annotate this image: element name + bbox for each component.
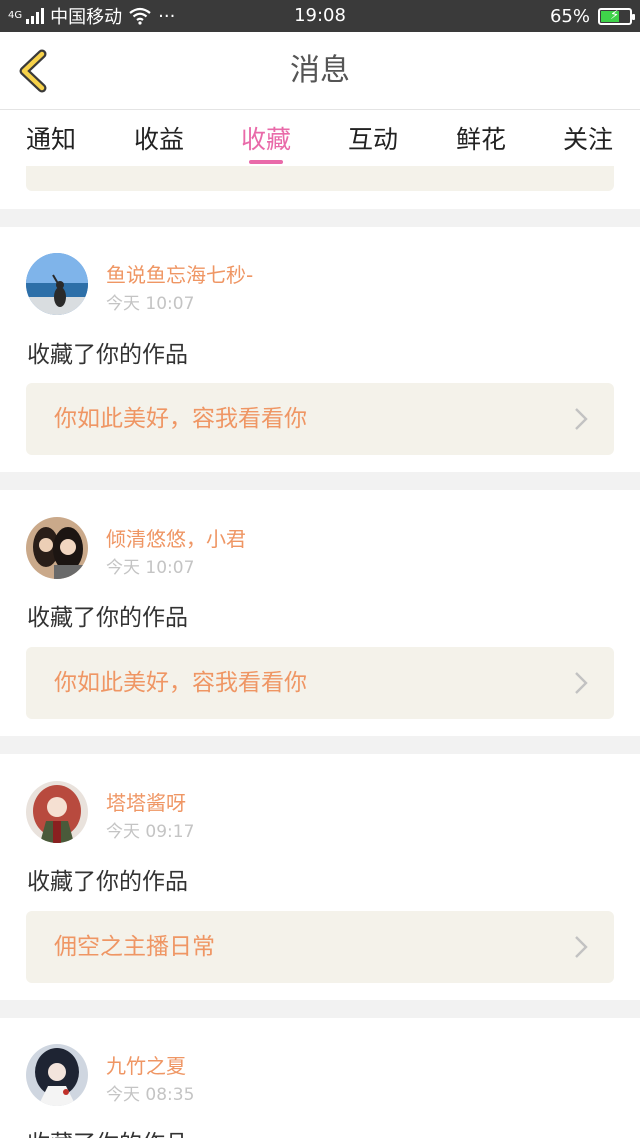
navigation-header: 消息 <box>0 32 640 110</box>
active-tab-indicator <box>249 160 283 164</box>
tab-earnings[interactable]: 收益 <box>119 120 199 156</box>
page-title: 消息 <box>290 53 350 88</box>
message-card: 倾清悠悠，小君 今天 10:07 收藏了你的作品 你如此美好，容我看看你 <box>0 490 640 736</box>
charging-icon: ⚡ <box>610 7 620 23</box>
message-card-partial <box>0 166 640 209</box>
avatar[interactable] <box>26 781 88 843</box>
action-text: 收藏了你的作品 <box>27 1124 188 1138</box>
action-text: 收藏了你的作品 <box>27 342 188 368</box>
action-text: 收藏了你的作品 <box>27 869 188 895</box>
tab-bar: 通知 收益 收藏 互动 鲜花 关注 <box>0 110 640 166</box>
username[interactable]: 鱼说鱼忘海七秒- <box>106 259 253 288</box>
message-card: 塔塔酱呀 今天 09:17 收藏了你的作品 佣空之主播日常 <box>0 754 640 1000</box>
battery-percent: 65% <box>549 5 590 27</box>
message-card: 九竹之夏 今天 08:35 收藏了你的作品 <box>0 1018 640 1138</box>
avatar[interactable] <box>26 253 88 315</box>
tab-interactions[interactable]: 互动 <box>333 120 413 156</box>
message-card: 鱼说鱼忘海七秒- 今天 10:07 收藏了你的作品 你如此美好，容我看看你 <box>0 227 640 472</box>
username[interactable]: 塔塔酱呀 <box>106 787 186 816</box>
action-text: 收藏了你的作品 <box>27 605 188 631</box>
tab-favorites[interactable]: 收藏 <box>226 120 306 156</box>
tab-notifications[interactable]: 通知 <box>11 120 91 156</box>
timestamp: 今天 10:07 <box>106 558 195 578</box>
work-title: 你如此美好，容我看看你 <box>54 670 307 696</box>
timestamp: 今天 09:17 <box>106 822 195 842</box>
work-link[interactable]: 佣空之主播日常 <box>26 911 614 983</box>
chevron-right-icon <box>575 408 588 430</box>
chevron-right-icon <box>575 936 588 958</box>
work-title: 佣空之主播日常 <box>54 934 215 960</box>
chevron-right-icon <box>575 672 588 694</box>
status-bar: 4G 中国移动 ··· 19:08 65% ⚡ <box>0 0 640 32</box>
avatar[interactable] <box>26 1044 88 1106</box>
work-link[interactable]: 你如此美好，容我看看你 <box>26 647 614 719</box>
work-title: 你如此美好，容我看看你 <box>54 406 307 432</box>
clock: 19:08 <box>294 5 346 26</box>
avatar[interactable] <box>26 517 88 579</box>
timestamp: 今天 10:07 <box>106 294 195 314</box>
work-link[interactable]: 你如此美好，容我看看你 <box>26 383 614 455</box>
tab-following[interactable]: 关注 <box>548 120 628 156</box>
work-link-partial[interactable] <box>26 166 614 191</box>
username[interactable]: 倾清悠悠，小君 <box>106 523 246 552</box>
battery-icon: ⚡ <box>598 7 635 25</box>
username[interactable]: 九竹之夏 <box>106 1050 186 1079</box>
status-bar-right: 65% ⚡ <box>549 0 635 32</box>
tab-flowers[interactable]: 鲜花 <box>441 120 521 156</box>
timestamp: 今天 08:35 <box>106 1085 195 1105</box>
